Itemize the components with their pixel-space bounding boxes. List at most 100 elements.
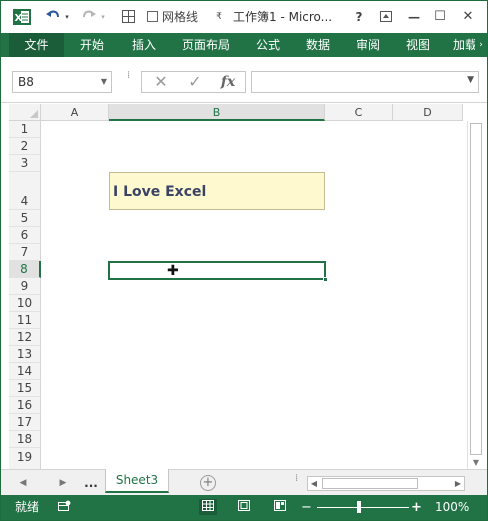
prev-sheet-icon[interactable]: ◀: [15, 470, 31, 496]
row-header[interactable]: 16: [9, 397, 41, 414]
gridlines-checkbox[interactable]: [147, 11, 158, 22]
vertical-scrollbar[interactable]: ▼: [467, 121, 483, 469]
column-header-d[interactable]: D: [393, 104, 463, 121]
title-bar: X ▾ ▾ 网格线 ₹ 工作簿1 - Micro... ? — ☐ ✕: [1, 1, 487, 33]
row-number: 6: [20, 228, 29, 242]
page-break-view-icon: [274, 500, 286, 511]
zoom-slider-thumb[interactable]: [357, 501, 361, 513]
undo-button[interactable]: [43, 1, 63, 33]
scroll-down-icon[interactable]: ▼: [470, 457, 482, 469]
tab-insert[interactable]: 插入: [125, 33, 163, 57]
row-header[interactable]: 2: [9, 138, 41, 155]
zoom-in-button[interactable]: +: [411, 495, 422, 520]
enter-formula-icon[interactable]: ✓: [180, 72, 210, 92]
fill-handle[interactable]: [323, 277, 328, 282]
row-header[interactable]: 11: [9, 312, 41, 329]
row-number: 14: [16, 364, 33, 378]
normal-view-button[interactable]: [199, 499, 217, 515]
window-title: 工作簿1 - Micro...: [233, 10, 333, 24]
select-all-button[interactable]: [9, 104, 41, 121]
row-number: 5: [20, 211, 29, 225]
ribbon-display-button[interactable]: [377, 1, 395, 33]
tab-page-layout[interactable]: 页面布局: [177, 33, 235, 57]
row-header[interactable]: 13: [9, 346, 41, 363]
row-header[interactable]: 17: [9, 414, 41, 431]
status-bar: 就绪 − + 100%: [1, 495, 487, 520]
tab-split-grip[interactable]: ⁞: [295, 474, 298, 484]
quick-access-customize-icon[interactable]: ₹: [213, 1, 225, 33]
add-sheet-button[interactable]: +: [200, 475, 216, 491]
row-header[interactable]: 9: [9, 278, 41, 295]
row-header[interactable]: 8: [9, 261, 41, 278]
vertical-scroll-thumb[interactable]: [470, 123, 482, 455]
tab-formulas[interactable]: 公式: [249, 33, 287, 57]
tab-home[interactable]: 开始: [73, 33, 111, 57]
row-header[interactable]: 1: [9, 121, 41, 138]
ribbon-tabs: 文件 开始 插入 页面布局 公式 数据 审阅 视图 加载 ›: [1, 33, 487, 57]
row-header[interactable]: 4: [9, 172, 41, 210]
gridlines-toggle[interactable]: 网格线: [147, 1, 209, 33]
formula-input[interactable]: ▼: [251, 71, 479, 93]
row-number: 18: [16, 432, 33, 446]
row-header[interactable]: 6: [9, 227, 41, 244]
row-header[interactable]: 7: [9, 244, 41, 261]
row-header[interactable]: 3: [9, 155, 41, 172]
cancel-formula-icon[interactable]: ✕: [146, 72, 176, 92]
scroll-right-icon[interactable]: ▶: [452, 477, 464, 490]
tab-review[interactable]: 审阅: [349, 33, 387, 57]
column-header-a[interactable]: A: [41, 104, 109, 121]
zoom-level[interactable]: 100%: [435, 495, 469, 520]
excel-logo-icon: X: [13, 9, 31, 25]
page-break-view-button[interactable]: [271, 499, 289, 515]
scroll-left-icon[interactable]: ◀: [308, 477, 320, 490]
expand-formula-bar-icon[interactable]: ▼: [467, 75, 474, 85]
formula-bar-area: B8 ▼ ⁞ ✕ ✓ fx ▼: [1, 57, 487, 103]
row-number: 19: [16, 450, 33, 464]
zoom-slider-track[interactable]: [317, 507, 409, 508]
redo-dropdown-icon[interactable]: ▾: [99, 1, 107, 33]
help-button[interactable]: ?: [351, 1, 367, 33]
horizontal-scrollbar[interactable]: ◀ ▶: [307, 476, 465, 491]
macro-record-button[interactable]: [55, 499, 73, 515]
formula-bar-grip[interactable]: ⁞: [127, 71, 131, 91]
row-number: 11: [16, 313, 33, 327]
formula-buttons: ✕ ✓ fx: [141, 71, 246, 93]
name-box[interactable]: B8 ▼: [12, 71, 112, 93]
column-header-c[interactable]: C: [325, 104, 393, 121]
redo-button[interactable]: [79, 1, 99, 33]
cell-b4[interactable]: I Love Excel: [109, 172, 325, 210]
row-header[interactable]: 18: [9, 431, 41, 448]
tab-add-ins[interactable]: 加载: [453, 33, 477, 57]
sheet-tab-sheet3[interactable]: Sheet3: [105, 469, 169, 493]
tab-data[interactable]: 数据: [299, 33, 337, 57]
page-layout-view-button[interactable]: [235, 499, 253, 515]
border-grid-button[interactable]: [119, 1, 137, 33]
row-header[interactable]: 12: [9, 329, 41, 346]
row-header[interactable]: 14: [9, 363, 41, 380]
zoom-out-button[interactable]: −: [301, 495, 312, 520]
insert-function-icon[interactable]: fx: [212, 72, 244, 92]
next-sheet-icon[interactable]: ▶: [55, 470, 71, 496]
column-header-b[interactable]: B: [109, 104, 325, 121]
horizontal-scroll-thumb[interactable]: [322, 478, 418, 489]
row-number: 10: [16, 296, 33, 310]
name-box-dropdown-icon[interactable]: ▼: [101, 72, 107, 92]
tab-file[interactable]: 文件: [9, 33, 64, 57]
row-header[interactable]: 19: [9, 448, 41, 469]
maximize-button[interactable]: ☐: [431, 1, 449, 33]
undo-dropdown-icon[interactable]: ▾: [63, 1, 71, 33]
selected-cell-b8[interactable]: [108, 261, 328, 282]
tab-view[interactable]: 视图: [399, 33, 437, 57]
close-button[interactable]: ✕: [459, 1, 477, 33]
status-mode: 就绪: [15, 500, 40, 514]
row-header[interactable]: 10: [9, 295, 41, 312]
minimize-button[interactable]: —: [405, 1, 423, 33]
row-number: 7: [20, 245, 29, 259]
row-header[interactable]: 5: [9, 210, 41, 227]
ribbon-scroll-right-icon[interactable]: ›: [475, 33, 487, 57]
more-sheets-button[interactable]: ...: [81, 470, 101, 496]
row-header[interactable]: 15: [9, 380, 41, 397]
sheet-tab-bar: ◀ ▶ ... Sheet3 + ⁞ ◀ ▶: [1, 469, 487, 495]
row-number: 3: [20, 156, 29, 170]
worksheet-grid[interactable]: A B C D 1 2 3 4 5 6 7 8 9 10 11 12 13 14…: [1, 104, 487, 469]
